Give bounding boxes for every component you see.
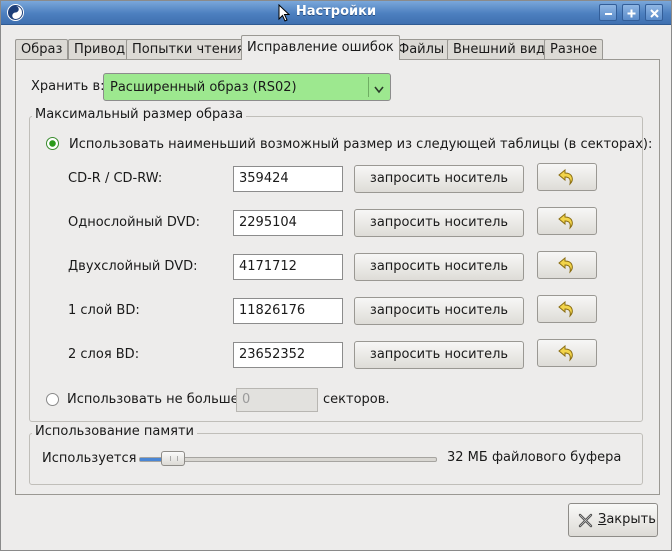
window-title: Настройки: [295, 4, 377, 19]
minimize-button[interactable]: [599, 4, 617, 21]
store-combo-value: Расширенный образ (RS02): [110, 80, 297, 95]
dvd-dual-size-input[interactable]: 4171712: [233, 254, 343, 280]
store-label: Хранить в:: [31, 79, 105, 94]
undo-icon: [558, 256, 573, 274]
combo-separator: [368, 77, 369, 97]
cd-label: CD-R / CD-RW:: [68, 171, 163, 186]
bd-single-label: 1 слой BD:: [68, 303, 140, 318]
memory-title: Использование памяти: [32, 424, 197, 439]
undo-icon: [558, 300, 573, 318]
query-dvd-single-button[interactable]: запросить носитель: [354, 209, 524, 237]
query-bd-dual-button[interactable]: запросить носитель: [354, 341, 524, 369]
query-dvd-dual-button[interactable]: запросить носитель: [354, 253, 524, 281]
store-combo[interactable]: Расширенный образ (RS02): [103, 73, 391, 101]
dvd-single-label: Однослойный DVD:: [68, 215, 200, 230]
dvd-dual-label: Двухслойный DVD:: [68, 259, 198, 274]
use-limit-radio[interactable]: [46, 393, 59, 406]
tab-appearance[interactable]: Внешний вид: [447, 39, 551, 60]
sectors-label: секторов.: [323, 392, 390, 407]
bd-dual-size-input[interactable]: 23652352: [233, 342, 343, 368]
use-table-label: Использовать наименьший возможный размер…: [69, 137, 653, 152]
undo-icon: [558, 168, 573, 186]
close-icon: [577, 512, 594, 533]
memory-used-label: Используется: [42, 451, 137, 466]
query-bd-single-button[interactable]: запросить носитель: [354, 297, 524, 325]
use-limit-label: Использовать не больше: [67, 392, 239, 407]
dvd-single-size-input[interactable]: 2295104: [233, 210, 343, 236]
undo-dvd-single-button[interactable]: [537, 207, 597, 235]
undo-cd-button[interactable]: [537, 163, 597, 191]
use-table-radio[interactable]: [46, 137, 59, 150]
max-size-title: Максимальный размер образа: [32, 107, 247, 122]
memory-slider-thumb[interactable]: [160, 451, 185, 466]
bd-single-size-input[interactable]: 11826176: [233, 298, 343, 324]
tab-read-attempts[interactable]: Попытки чтения: [126, 39, 251, 60]
bd-dual-label: 2 слоя BD:: [68, 347, 140, 362]
cd-size-input[interactable]: 359424: [233, 166, 343, 192]
settings-window: Настройки Образ Привод Попытки чтения Ис…: [0, 0, 672, 551]
tab-drive[interactable]: Привод: [68, 39, 132, 60]
chevron-down-icon[interactable]: [374, 83, 384, 98]
undo-bd-dual-button[interactable]: [537, 339, 597, 367]
close-button-label: Закрыть: [598, 512, 656, 527]
title-bar[interactable]: Настройки: [1, 1, 671, 25]
undo-dvd-dual-button[interactable]: [537, 251, 597, 279]
tab-image[interactable]: Образ: [15, 39, 69, 60]
limit-sectors-input[interactable]: 0: [236, 388, 318, 412]
close-window-button[interactable]: [645, 4, 663, 21]
undo-icon: [558, 344, 573, 362]
tab-misc[interactable]: Разное: [544, 39, 604, 60]
query-cd-button[interactable]: запросить носитель: [354, 165, 524, 193]
tab-error-correction[interactable]: Исправление ошибок: [241, 35, 400, 60]
tab-files[interactable]: Файлы: [392, 39, 451, 60]
undo-bd-single-button[interactable]: [537, 295, 597, 323]
undo-icon: [558, 212, 573, 230]
maximize-button[interactable]: [622, 4, 640, 21]
close-button[interactable]: Закрыть: [568, 503, 658, 537]
memory-value-text: 32 МБ файлового буфера: [447, 450, 622, 465]
mouse-cursor-icon: [278, 3, 291, 26]
